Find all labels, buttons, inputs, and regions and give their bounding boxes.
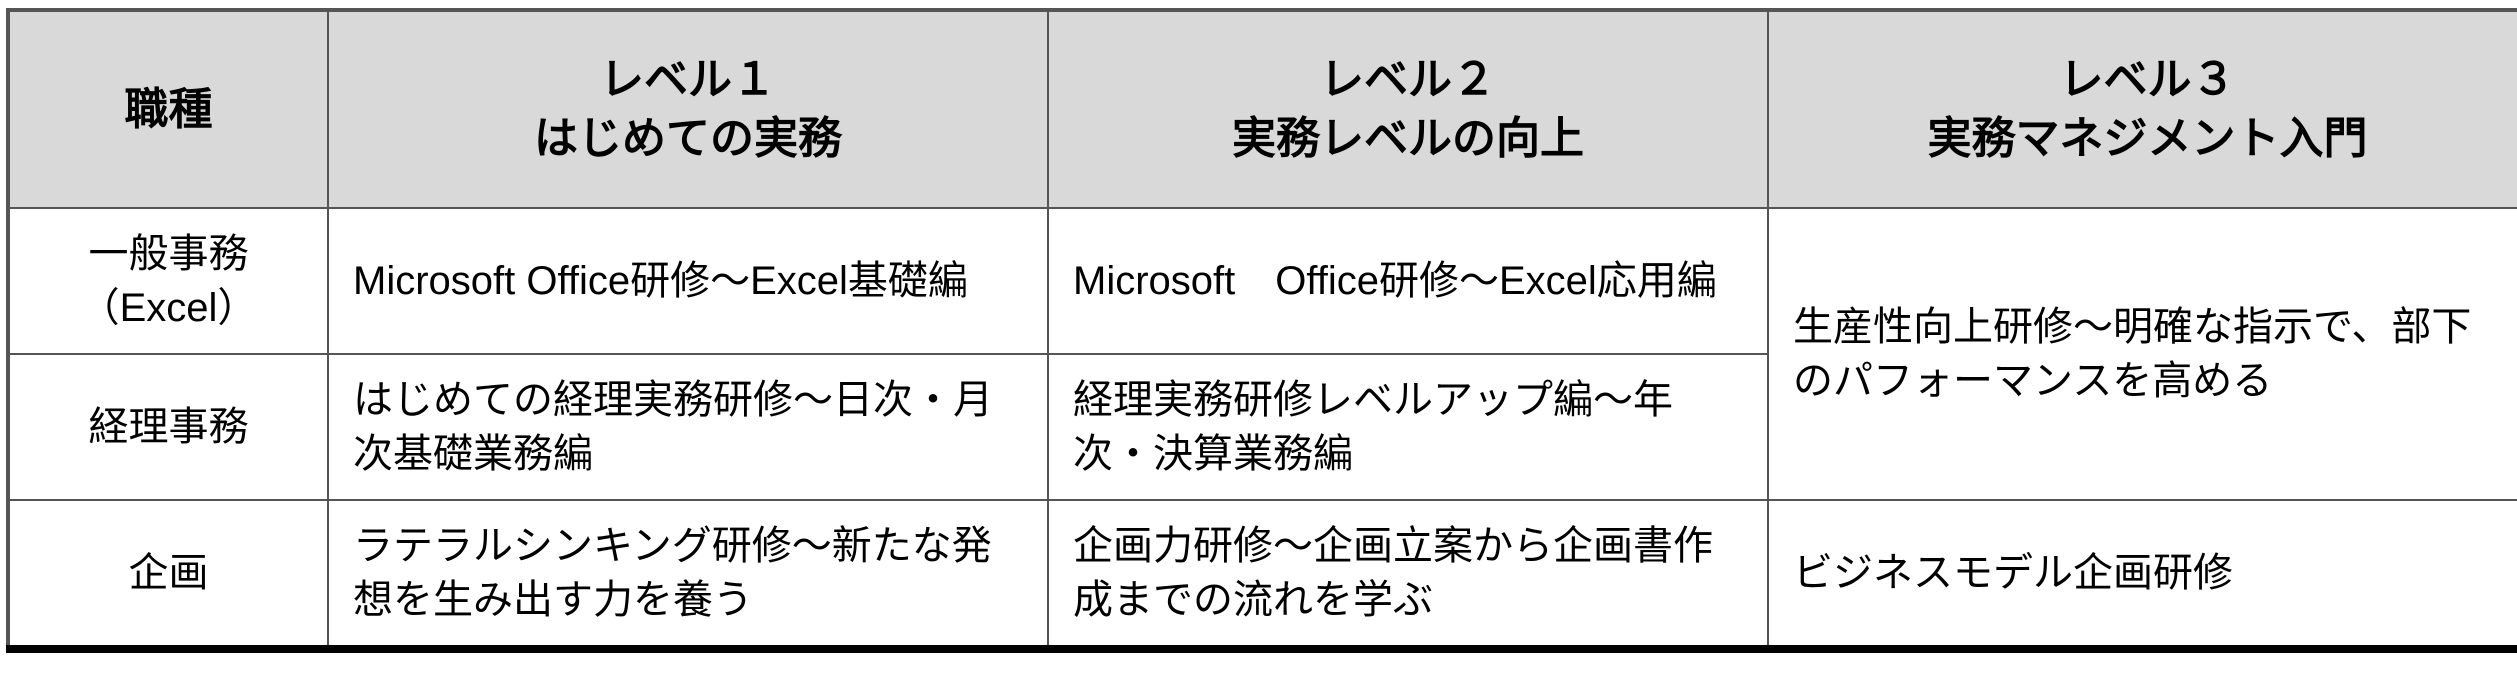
header-job: 職種: [8, 10, 328, 208]
header-level3: レベル３ 実務マネジメント入門: [1768, 10, 2517, 208]
job-cell: 企画: [8, 500, 328, 649]
training-table: 職種 レベル１ はじめての実務 レベル２ 実務レベルの向上 レベル３ 実務マネジ…: [6, 8, 2517, 653]
header-level2: レベル２ 実務レベルの向上: [1048, 10, 1768, 208]
table-row: 企画 ラテラルシンキング研修～新たな発想を生み出す力を養う 企画力研修～企画立案…: [8, 500, 2517, 649]
header-level1: レベル１ はじめての実務: [328, 10, 1048, 208]
table-container: 職種 レベル１ はじめての実務 レベル２ 実務レベルの向上 レベル３ 実務マネジ…: [0, 0, 2517, 653]
job-cell: 経理事務: [8, 354, 328, 500]
level3-cell: ビジネスモデル企画研修: [1768, 500, 2517, 649]
level2-cell: Microsoft Office研修～Excel応用編: [1048, 208, 1768, 354]
level2-cell: 経理実務研修レベルアップ編～年次・決算業務編: [1048, 354, 1768, 500]
level3-cell-merged: 生産性向上研修～明確な指示で、部下のパフォーマンスを高める: [1768, 208, 2517, 500]
header-row: 職種 レベル１ はじめての実務 レベル２ 実務レベルの向上 レベル３ 実務マネジ…: [8, 10, 2517, 208]
job-cell: 一般事務（Excel）: [8, 208, 328, 354]
level1-cell: ラテラルシンキング研修～新たな発想を生み出す力を養う: [328, 500, 1048, 649]
table-row: 一般事務（Excel） Microsoft Office研修～Excel基礎編 …: [8, 208, 2517, 354]
level2-cell: 企画力研修～企画立案から企画書作成までの流れを学ぶ: [1048, 500, 1768, 649]
level1-cell: Microsoft Office研修～Excel基礎編: [328, 208, 1048, 354]
level1-cell: はじめての経理実務研修～日次・月次基礎業務編: [328, 354, 1048, 500]
